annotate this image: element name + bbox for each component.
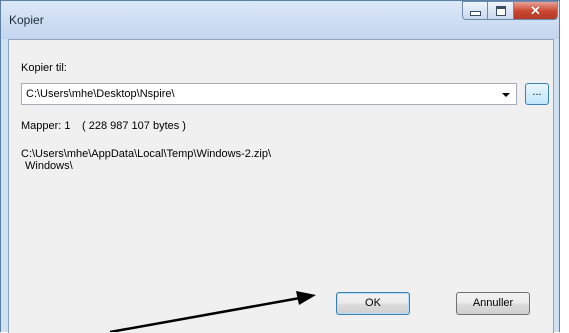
arrow-shaft <box>109 296 301 332</box>
pointer-arrow-annotation <box>109 291 316 332</box>
arrow-head-icon <box>296 291 316 305</box>
